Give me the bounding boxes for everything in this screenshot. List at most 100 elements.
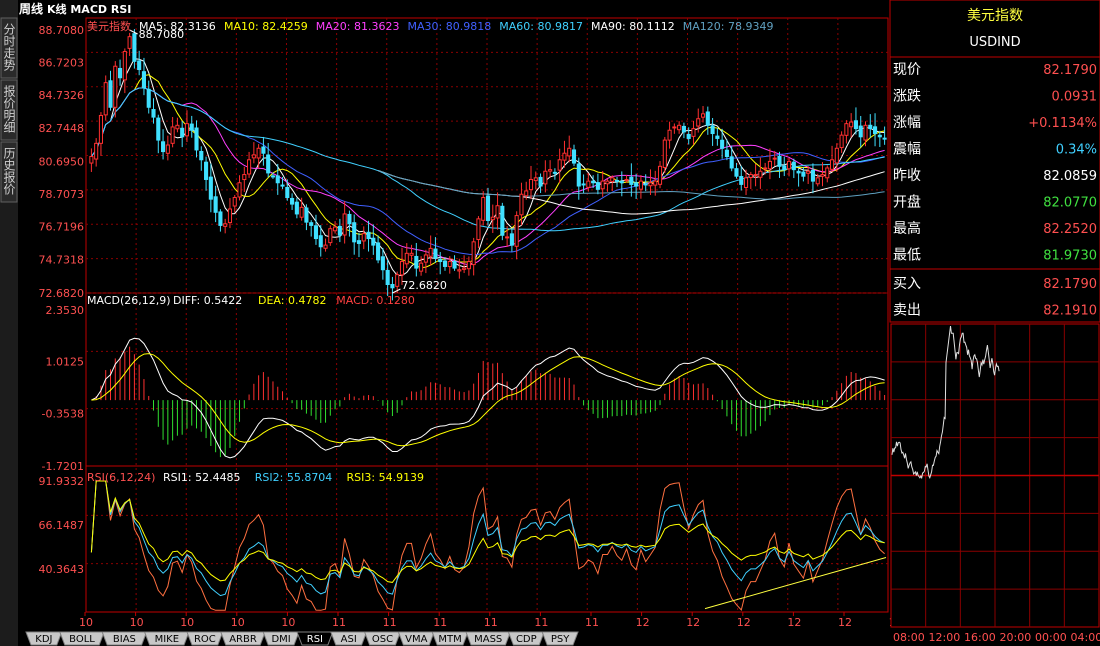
candle-body [591,180,596,184]
candle-body [772,157,777,160]
tab-label[interactable]: VMA [405,634,427,645]
candle-body [170,126,175,144]
chart-type-label: K线 MACD RSI [47,2,131,16]
quote-row-label: 昨收 [893,168,921,184]
side-tab-label[interactable]: 报价明细 [2,84,16,133]
candle-body [385,269,390,285]
side-tab-label[interactable]: 分时走势 [2,23,16,71]
candle-body [782,165,787,171]
period-label[interactable]: 周线 [19,1,43,16]
candle-body [729,156,734,169]
quote-row-label: 最低 [893,248,921,264]
x-tick-label: 11 [585,616,599,629]
candle-body [151,109,156,118]
candle-body [481,197,486,221]
price-tick-label: 72.6820 [39,287,85,300]
candle-body [313,225,319,240]
tab-label[interactable]: OSC [372,634,393,645]
candle-body [686,133,691,139]
candle-body [89,155,94,164]
candle-body [801,171,806,177]
candle-body [485,195,491,221]
candle-body [638,180,643,190]
x-tick-label: 12 [686,616,700,629]
candle-body [323,244,328,249]
candle-body [232,197,237,207]
candle-body [786,160,792,170]
tab-label[interactable]: ARBR [229,634,257,645]
candle-body [466,261,471,270]
candle-body [715,135,720,139]
tab-label[interactable]: BIAS [113,634,136,645]
side-tab-label[interactable]: 历史报价 [2,147,16,195]
candle-body [724,149,729,157]
x-tick-label: 10 [231,616,245,629]
candle-body [476,218,481,241]
rsi-legend-entry: RSI2: 55.8704 [255,471,333,484]
tab-label[interactable]: CDP [516,634,537,645]
candle-body [882,137,887,140]
candle-body [849,121,854,128]
candle-body [528,178,534,191]
candle-body [390,283,395,289]
candle-body [815,177,820,185]
rsi-legend-entry: RSI1: 52.4485 [163,471,241,484]
candle-body [137,60,142,71]
price-tick-label: 76.7196 [39,221,85,234]
candle-body [438,258,443,263]
tab-label[interactable]: MIKE [155,634,179,645]
candle-body [825,167,830,179]
candle-body [318,235,323,248]
macd-legend-entry: MACD: 0.1280 [336,294,415,307]
candle-body [189,123,194,131]
candle-body [629,176,634,185]
candle-body [490,216,495,221]
candle-body [634,182,639,187]
candle-body [524,190,529,197]
candle-body [103,82,108,116]
candle-body [122,50,127,81]
tab-label[interactable]: KDJ [35,634,52,645]
candle-body [739,176,744,185]
candle-body [763,167,768,170]
tab-label[interactable]: RSI [307,634,323,645]
quote-row-label: 最高 [893,220,921,237]
candle-body [677,124,682,131]
tab-label[interactable]: MTM [438,634,461,645]
header-bar: 周线 K线 MACD RSI [0,0,131,18]
candle-body [218,211,223,226]
candle-body [395,274,400,287]
candle-body [519,193,524,216]
tab-label[interactable]: MASS [474,634,502,645]
quote-row-value: 82.1790 [1043,277,1097,292]
candle-body [156,117,161,141]
candle-body [184,123,190,137]
ma-legend-entry: MA120: 78.9349 [683,20,774,33]
candle-body [237,182,242,198]
macd-legend-label: MACD(26,12,9) [87,294,171,307]
candle-body [194,127,199,151]
x-tick-label: 10 [281,616,295,629]
candle-body [748,174,753,179]
candle-body [380,256,385,271]
price-tick-label: 82.7448 [39,122,85,135]
candle-body [586,180,591,188]
quote-row-value: 82.2520 [1043,222,1097,237]
tab-label[interactable]: ROC [194,634,216,645]
tab-label[interactable]: PSY [551,634,570,645]
tab-label[interactable]: ASI [341,634,357,645]
candle-body [806,170,811,174]
tab-label[interactable]: BOLL [69,634,95,645]
x-tick-label: 12 [787,616,801,629]
candle-body [419,262,424,272]
candle-body [576,163,581,187]
candle-body [533,177,538,182]
candle-body [509,233,514,246]
candle-body [624,178,629,181]
tab-label[interactable]: DMI [271,634,290,645]
candle-body [376,242,381,261]
price-tick-label: 86.7203 [39,57,85,70]
candle-body [868,124,873,130]
candle-body [442,260,448,267]
candle-body [667,129,672,141]
